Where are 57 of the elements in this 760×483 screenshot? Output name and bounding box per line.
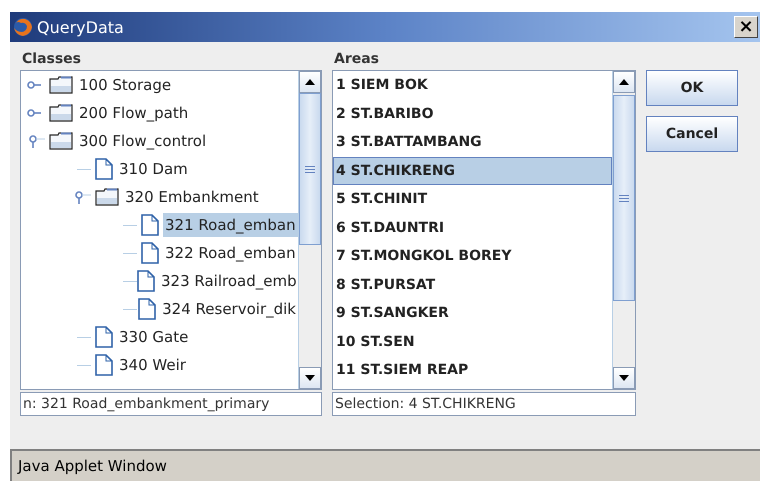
globe-icon bbox=[13, 17, 33, 37]
folder-icon bbox=[95, 188, 119, 206]
tree-item[interactable]: 300 Flow_control bbox=[77, 129, 208, 153]
tree-item[interactable]: 340 Weir bbox=[117, 353, 188, 377]
list-item[interactable]: 6 ST.DAUNTRI bbox=[333, 214, 612, 242]
tree-item[interactable]: 310 Dam bbox=[117, 157, 190, 181]
scroll-down-button[interactable] bbox=[613, 367, 635, 389]
list-item[interactable]: 5 ST.CHINIT bbox=[333, 185, 612, 214]
text-field[interactable]: n: 321 Road_embankment_primary bbox=[20, 392, 322, 416]
document-icon bbox=[138, 298, 156, 320]
down-arrow-icon bbox=[305, 375, 315, 381]
document-icon bbox=[95, 326, 113, 348]
list-item[interactable]: 4 ST.CHIKRENG bbox=[333, 156, 612, 185]
tree-item[interactable]: 322 Road_emban bbox=[163, 241, 298, 265]
scrollbar[interactable] bbox=[612, 71, 635, 389]
tree-item[interactable]: 100 Storage bbox=[77, 73, 174, 97]
scroll-down-button[interactable] bbox=[299, 367, 321, 389]
tree-item[interactable]: 330 Gate bbox=[117, 325, 190, 349]
up-arrow-icon bbox=[305, 79, 315, 85]
folder-icon bbox=[49, 76, 73, 94]
list-item[interactable]: 10 ST.SEN bbox=[333, 328, 612, 356]
tree-item[interactable]: 324 Reservoir_dik bbox=[160, 297, 298, 321]
scrollbar[interactable] bbox=[298, 71, 321, 389]
status-bar: Java Applet Window bbox=[10, 449, 760, 481]
tree-item[interactable]: 321 Road_emban bbox=[163, 213, 298, 237]
list-item[interactable]: 2 ST.BARIBO bbox=[333, 100, 612, 128]
scroll-thumb[interactable] bbox=[299, 93, 321, 245]
folder-icon bbox=[49, 104, 73, 122]
tree-item[interactable]: 200 Flow_path bbox=[77, 101, 190, 125]
expand-handle-icon[interactable] bbox=[27, 134, 47, 148]
tree-item[interactable]: 323 Railroad_emb bbox=[159, 269, 298, 293]
window-title: QueryData bbox=[37, 18, 125, 36]
document-icon bbox=[141, 214, 159, 236]
list-item[interactable]: 8 ST.PURSAT bbox=[333, 270, 612, 299]
document-icon bbox=[95, 354, 113, 376]
tree-item[interactable]: 320 Embankment bbox=[123, 185, 261, 209]
list-item[interactable]: 11 ST.SIEM REAP bbox=[333, 356, 612, 384]
document-icon bbox=[137, 270, 155, 292]
list-item[interactable]: 7 ST.MONGKOL BOREY bbox=[333, 242, 612, 270]
cancel-button[interactable]: Cancel bbox=[646, 116, 738, 152]
list-item[interactable]: 1 SIEM BOK bbox=[333, 71, 612, 100]
scroll-up-button[interactable] bbox=[613, 71, 635, 93]
expand-handle-icon[interactable] bbox=[73, 190, 93, 204]
close-button[interactable]: × bbox=[734, 16, 758, 38]
list-item[interactable]: 9 ST.SANGKER bbox=[333, 299, 612, 328]
document-icon bbox=[141, 242, 159, 264]
up-arrow-icon bbox=[619, 79, 629, 85]
folder-icon bbox=[49, 132, 73, 150]
list-item[interactable]: 3 ST.BATTAMBANG bbox=[333, 128, 612, 156]
classes-label: Classes bbox=[22, 50, 82, 69]
areas-label: Areas bbox=[334, 50, 380, 69]
ok-button[interactable]: OK bbox=[646, 70, 738, 106]
text-field[interactable]: Selection: 4 ST.CHIKRENG bbox=[332, 392, 636, 416]
scroll-up-button[interactable] bbox=[299, 71, 321, 93]
document-icon bbox=[95, 158, 113, 180]
scroll-thumb[interactable] bbox=[613, 95, 635, 301]
down-arrow-icon bbox=[619, 375, 629, 381]
